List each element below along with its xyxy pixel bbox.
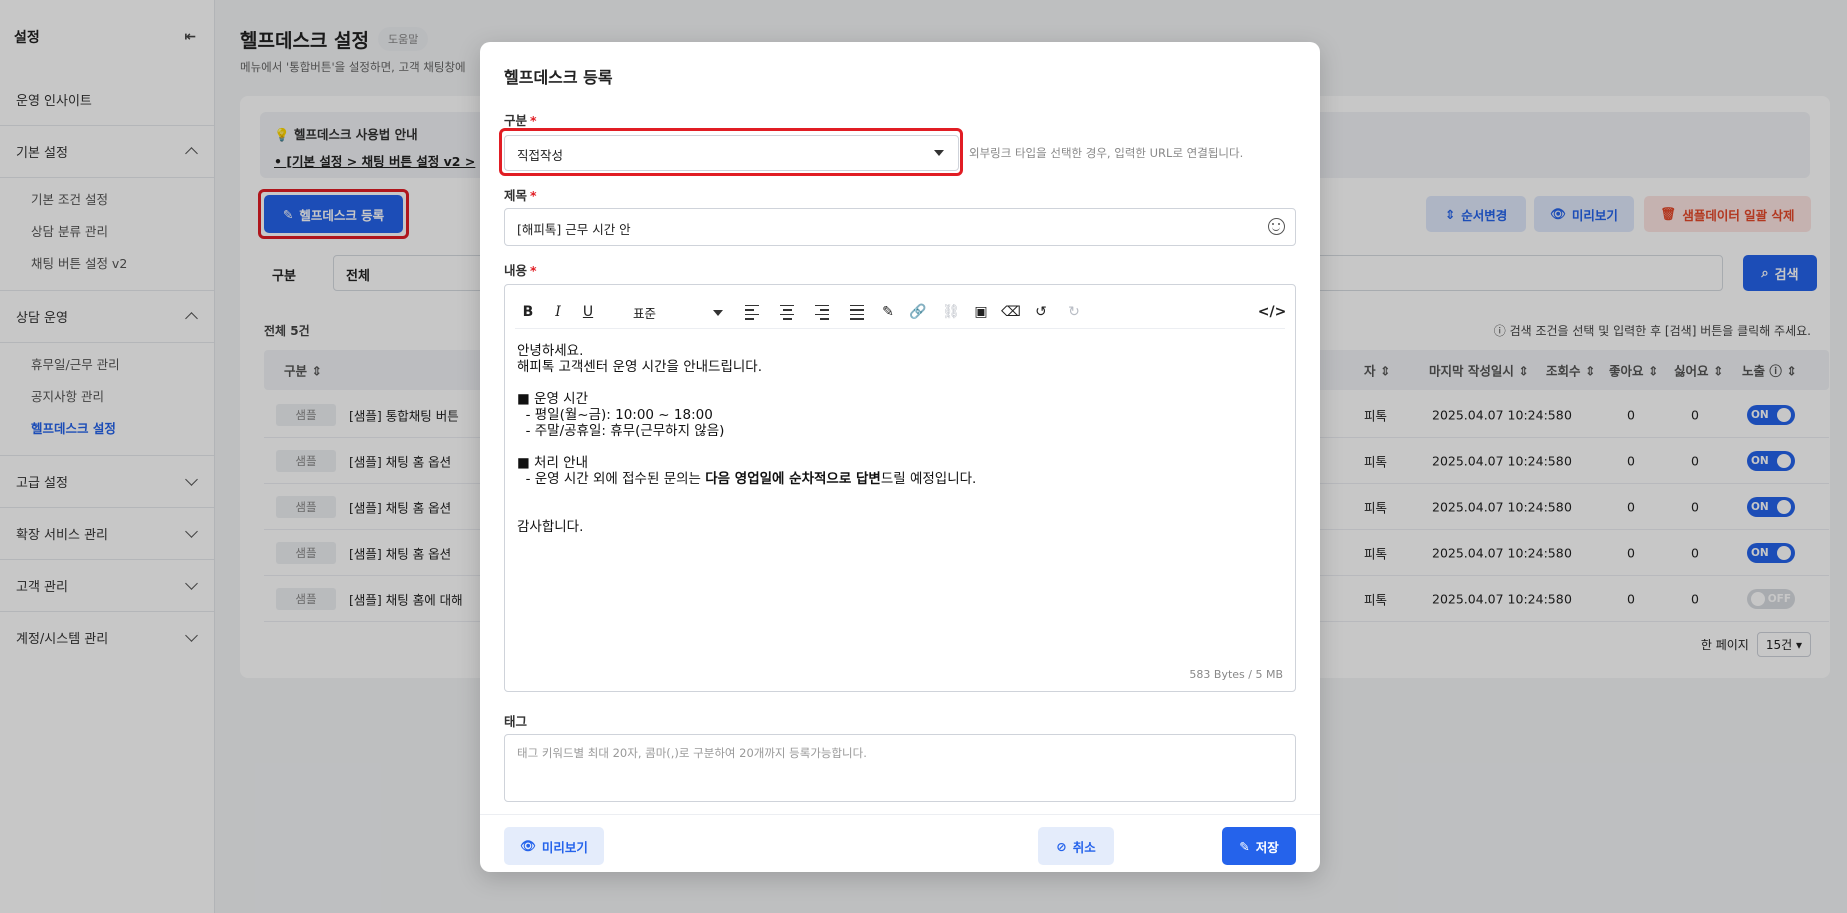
align-justify-icon[interactable] (846, 301, 868, 323)
underline-icon[interactable]: U (577, 301, 599, 323)
title-input-value: [해피톡] 근무 시간 안 (517, 222, 631, 237)
font-size-value: 표준 (633, 306, 657, 321)
save-button[interactable]: ✎ 저장 (1222, 827, 1296, 865)
editor-content[interactable]: 안녕하세요. 해피톡 고객센터 운영 시간을 안내드립니다. ■ 운영 시간 -… (517, 343, 1283, 535)
modal-footer: 👁 미리보기 ⊘ 취소 ✎ 저장 (480, 814, 1320, 872)
preview-button[interactable]: 👁 미리보기 (504, 827, 604, 865)
highlight-box (499, 128, 963, 176)
align-left-icon[interactable] (741, 301, 763, 323)
link-icon[interactable]: 🔗 (907, 301, 929, 323)
save-button-label: 저장 (1255, 839, 1279, 855)
code-view-icon[interactable]: </> (1258, 301, 1287, 323)
content-line: - 운영 시간 외에 접수된 문의는 다음 영업일에 순차적으로 답변드릴 예정… (517, 471, 1283, 487)
title-field-label: 제목 * (504, 185, 537, 204)
align-right-icon[interactable] (811, 301, 833, 323)
font-size-select[interactable]: 표준 (627, 299, 731, 325)
content-bold-text: 다음 영업일에 순차적으로 답변 (705, 471, 881, 487)
content-line: 감사합니다. (517, 519, 584, 535)
align-center-icon[interactable] (776, 301, 798, 323)
required-mark: * (530, 113, 537, 128)
content-line: ■ 운영 시간 (517, 391, 589, 407)
emoji-icon[interactable] (1268, 218, 1285, 235)
type-field-label: 구분 * (504, 110, 537, 129)
type-hint: 외부링크 타입을 선택한 경우, 입력한 URL로 연결됩니다. (969, 146, 1244, 160)
cancel-button-label: 취소 (1072, 839, 1096, 855)
modal-title: 헬프데스크 등록 (504, 68, 613, 87)
content-editor[interactable]: B I U 표준 ✎ 🔗 ⛓ ▣ ⌫ ↺ ↻ </> 안녕하세요. 해피톡 고객… (504, 284, 1296, 692)
content-line: - 평일(월~금): 10:00 ~ 18:00 (517, 407, 713, 423)
undo-icon[interactable]: ↺ (1030, 301, 1052, 323)
required-mark: * (530, 263, 537, 278)
bold-icon[interactable]: B (517, 301, 539, 323)
byte-counter: 583 Bytes / 5 MB (1189, 668, 1283, 681)
type-label-text: 구분 (504, 113, 528, 128)
content-line: ■ 처리 안내 (517, 455, 589, 471)
content-line: 해피톡 고객센터 운영 시간을 안내드립니다. (517, 359, 763, 375)
content-text: 드릴 예정입니다. (880, 471, 977, 487)
content-line: - 주말/공휴일: 휴무(근무하지 않음) (517, 423, 725, 439)
content-field-label: 내용 * (504, 260, 537, 279)
eye-icon: 👁 (520, 838, 536, 853)
preview-button-label: 미리보기 (541, 839, 588, 855)
edit-icon: ✎ (1239, 838, 1250, 854)
title-input[interactable]: [해피톡] 근무 시간 안 (504, 208, 1296, 246)
content-label-text: 내용 (504, 263, 528, 278)
content-text: - 운영 시간 외에 접수된 문의는 (517, 471, 706, 487)
tag-field-label: 태그 (504, 714, 528, 729)
caret-down-icon (713, 310, 723, 316)
color-picker-icon[interactable]: ✎ (877, 301, 899, 323)
required-mark: * (530, 188, 537, 203)
italic-icon[interactable]: I (547, 301, 569, 323)
helpdesk-register-modal: 헬프데스크 등록 구분 * 직접작성 외부링크 타입을 선택한 경우, 입력한 U… (480, 42, 1320, 872)
cancel-button[interactable]: ⊘ 취소 (1038, 827, 1114, 865)
eraser-icon[interactable]: ⌫ (1000, 301, 1022, 323)
image-icon[interactable]: ▣ (970, 301, 992, 323)
ban-icon: ⊘ (1056, 838, 1067, 854)
title-label-text: 제목 (504, 188, 528, 203)
unlink-icon[interactable]: ⛓ (940, 301, 962, 323)
redo-icon[interactable]: ↻ (1063, 301, 1085, 323)
editor-toolbar: B I U 표준 ✎ 🔗 ⛓ ▣ ⌫ ↺ ↻ </> (515, 295, 1287, 329)
content-line: 안녕하세요. (517, 343, 584, 359)
tag-input[interactable]: 태그 키워드별 최대 20자, 콤마(,)로 구분하여 20개까지 등록가능합니… (504, 734, 1296, 802)
